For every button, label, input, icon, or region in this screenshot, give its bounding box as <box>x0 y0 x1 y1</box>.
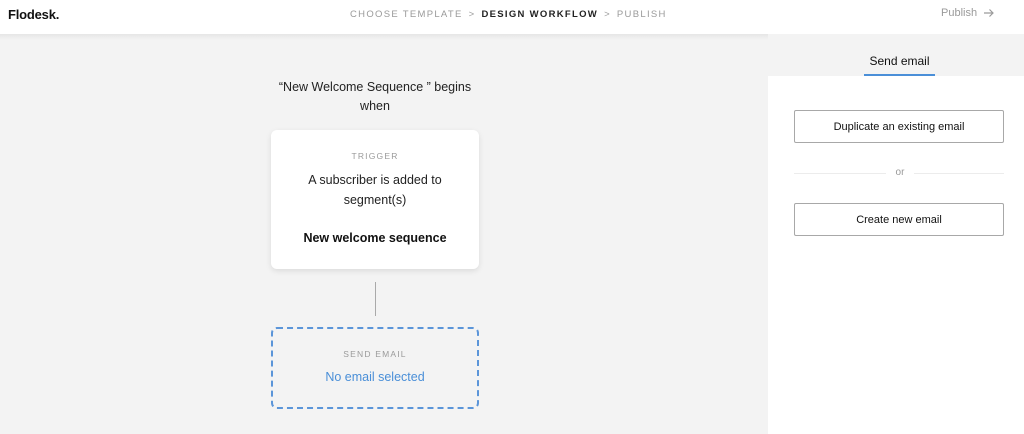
flodesk-logo[interactable]: Flodesk. <box>8 7 59 22</box>
step-separator: > <box>604 9 611 20</box>
workflow-steps-breadcrumb: CHOOSE TEMPLATE > DESIGN WORKFLOW > PUBLISH <box>350 9 667 20</box>
send-email-step[interactable]: SEND EMAIL No email selected <box>271 327 479 409</box>
trigger-card[interactable]: TRIGGER A subscriber is added to segment… <box>271 130 479 269</box>
step-choose-template[interactable]: CHOOSE TEMPLATE <box>350 9 463 20</box>
trigger-tag: TRIGGER <box>351 151 399 161</box>
or-divider: or <box>794 166 1004 180</box>
publish-button[interactable]: Publish <box>941 7 995 19</box>
divider-line <box>794 173 886 174</box>
create-new-email-button[interactable]: Create new email <box>794 203 1004 236</box>
panel-tab-bar: Send email <box>768 34 1024 76</box>
arrow-right-icon <box>983 8 995 18</box>
duplicate-existing-email-button[interactable]: Duplicate an existing email <box>794 110 1004 143</box>
step-design-workflow[interactable]: DESIGN WORKFLOW <box>481 9 598 20</box>
top-bar: Flodesk. CHOOSE TEMPLATE > DESIGN WORKFLOW… <box>0 0 1024 34</box>
publish-label: Publish <box>941 7 978 19</box>
workflow-connector-line <box>375 282 376 316</box>
step-publish[interactable]: PUBLISH <box>617 9 667 20</box>
divider-line <box>914 173 1004 174</box>
tab-send-email[interactable]: Send email <box>864 54 935 76</box>
workflow-begins-heading: “New Welcome Sequence ” begins when <box>278 80 472 113</box>
step-separator: > <box>468 9 476 20</box>
send-email-panel: Send email Duplicate an existing email o… <box>768 34 1024 434</box>
trigger-description: A subscriber is added to segment(s) <box>308 173 442 207</box>
send-email-tag: SEND EMAIL <box>343 349 407 359</box>
send-email-status: No email selected <box>325 370 425 384</box>
or-label: or <box>895 167 905 178</box>
trigger-segment-name: New welcome sequence <box>303 231 447 245</box>
